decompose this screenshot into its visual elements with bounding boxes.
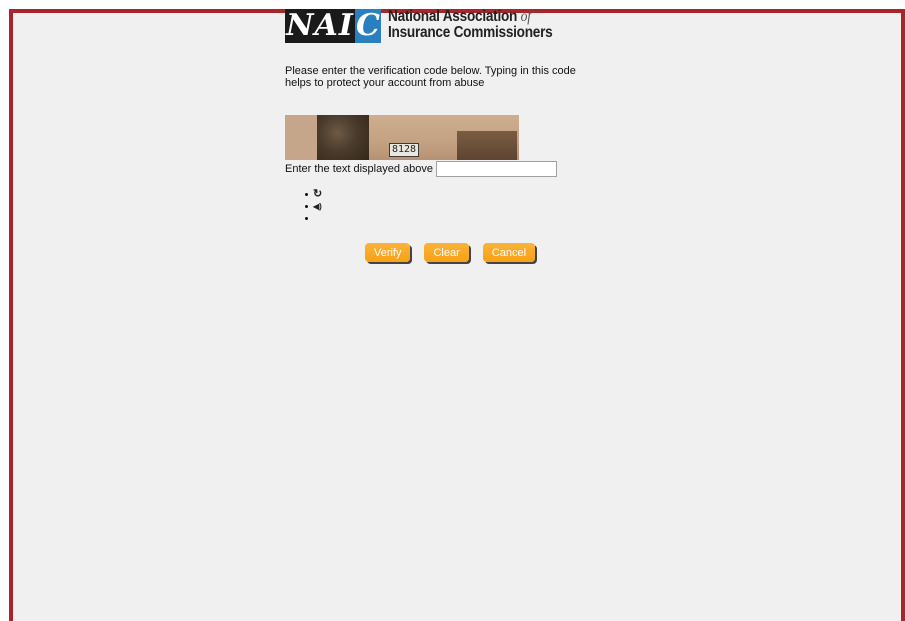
captcha-tool-item: ↻ [305, 188, 615, 200]
captcha-entry-label: Enter the text displayed above [285, 163, 433, 175]
captcha-tools: ↻ ◀) [285, 188, 615, 224]
naic-logo: NAI C National Association of Insurance … [285, 9, 615, 51]
captcha-tool-item: ◀) [305, 200, 615, 212]
logo-line1-of: of [520, 8, 531, 25]
clear-button[interactable]: Clear [424, 243, 469, 262]
refresh-icon[interactable]: ↻ [313, 188, 322, 200]
logo-mark-left: NAI [285, 9, 355, 43]
captcha-plaque: 8128 [389, 143, 419, 157]
captcha-panel: NAI C National Association of Insurance … [285, 9, 615, 262]
verify-button[interactable]: Verify [364, 243, 411, 262]
naic-logo-mark: NAI C [285, 9, 381, 43]
logo-wordmark: National Association of Insurance Commis… [388, 8, 553, 41]
logo-line2: Insurance Commissioners [388, 24, 553, 41]
captcha-input[interactable] [435, 161, 557, 177]
captcha-tool-item [305, 212, 615, 224]
logo-mark-right: C [355, 9, 381, 43]
action-buttons: Verify Clear Cancel [285, 243, 615, 262]
verification-instructions: Please enter the verification code below… [285, 65, 576, 89]
captcha-entry-row: Enter the text displayed above [285, 161, 615, 177]
captcha-image: 8128 [285, 115, 519, 160]
logo-line1: National Association [388, 8, 518, 25]
cancel-button[interactable]: Cancel [482, 243, 536, 262]
